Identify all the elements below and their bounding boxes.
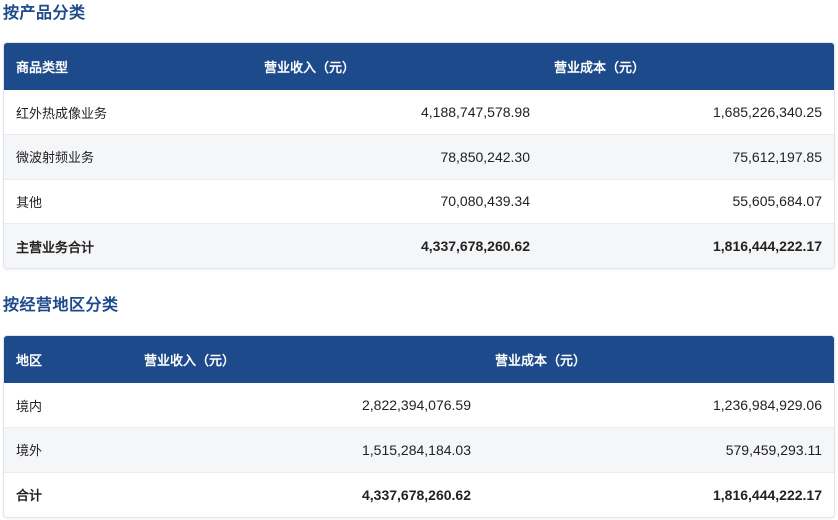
row-name: 红外热成像业务 — [16, 106, 108, 122]
total-cost: 1,816,444,222.17 — [713, 238, 822, 254]
table-row: 微波射频业务 78,850,242.30 75,612,197.85 — [4, 134, 834, 179]
table-row: 境内 2,822,394,076.59 1,236,984,929.06 — [4, 383, 834, 428]
region-table: 地区 营业收入（元） 营业成本（元） 境内 2,822,394,076.59 1… — [3, 335, 835, 518]
row-name: 微波射频业务 — [16, 151, 95, 167]
header-product-type: 商品类型 — [16, 61, 69, 76]
table-row: 其他 70,080,439.34 55,605,684.07 — [4, 179, 834, 224]
row-revenue: 1,515,284,184.03 — [362, 441, 471, 458]
row-name: 境内 — [16, 399, 43, 415]
header-revenue: 营业收入（元） — [144, 354, 236, 369]
header-region: 地区 — [16, 354, 43, 369]
total-row: 合计 4,337,678,260.62 1,816,444,222.17 — [4, 472, 834, 517]
total-revenue: 4,337,678,260.62 — [421, 238, 530, 254]
table-row: 红外热成像业务 4,188,747,578.98 1,685,226,340.2… — [4, 90, 834, 135]
row-cost: 75,612,197.85 — [732, 148, 822, 165]
row-name: 其他 — [16, 195, 43, 211]
row-name: 境外 — [16, 444, 43, 460]
region-section-title: 按经营地区分类 — [3, 295, 119, 314]
row-revenue: 78,850,242.30 — [440, 148, 530, 165]
table-header-row: 商品类型 营业收入（元） 营业成本（元） — [4, 43, 834, 90]
row-revenue: 2,822,394,076.59 — [362, 397, 471, 413]
header-cost: 营业成本（元） — [495, 354, 587, 369]
row-revenue: 4,188,747,578.98 — [421, 104, 530, 120]
row-cost: 1,685,226,340.25 — [713, 104, 822, 120]
total-cost: 1,816,444,222.17 — [713, 486, 822, 503]
product-table: 商品类型 营业收入（元） 营业成本（元） 红外热成像业务 4,188,747,5… — [3, 42, 835, 269]
row-cost: 1,236,984,929.06 — [713, 397, 822, 413]
total-revenue: 4,337,678,260.62 — [362, 486, 471, 503]
header-revenue: 营业收入（元） — [264, 61, 356, 76]
table-header-row: 地区 营业收入（元） 营业成本（元） — [4, 336, 834, 383]
row-revenue: 70,080,439.34 — [440, 193, 530, 210]
total-name: 主营业务合计 — [16, 240, 95, 256]
total-row: 主营业务合计 4,337,678,260.62 1,816,444,222.17 — [4, 223, 834, 268]
header-cost: 营业成本（元） — [554, 61, 646, 76]
row-cost: 55,605,684.07 — [732, 193, 822, 210]
table-row: 境外 1,515,284,184.03 579,459,293.11 — [4, 427, 834, 472]
product-section-title: 按产品分类 — [3, 3, 86, 22]
total-name: 合计 — [16, 489, 43, 504]
row-cost: 579,459,293.11 — [725, 441, 822, 458]
